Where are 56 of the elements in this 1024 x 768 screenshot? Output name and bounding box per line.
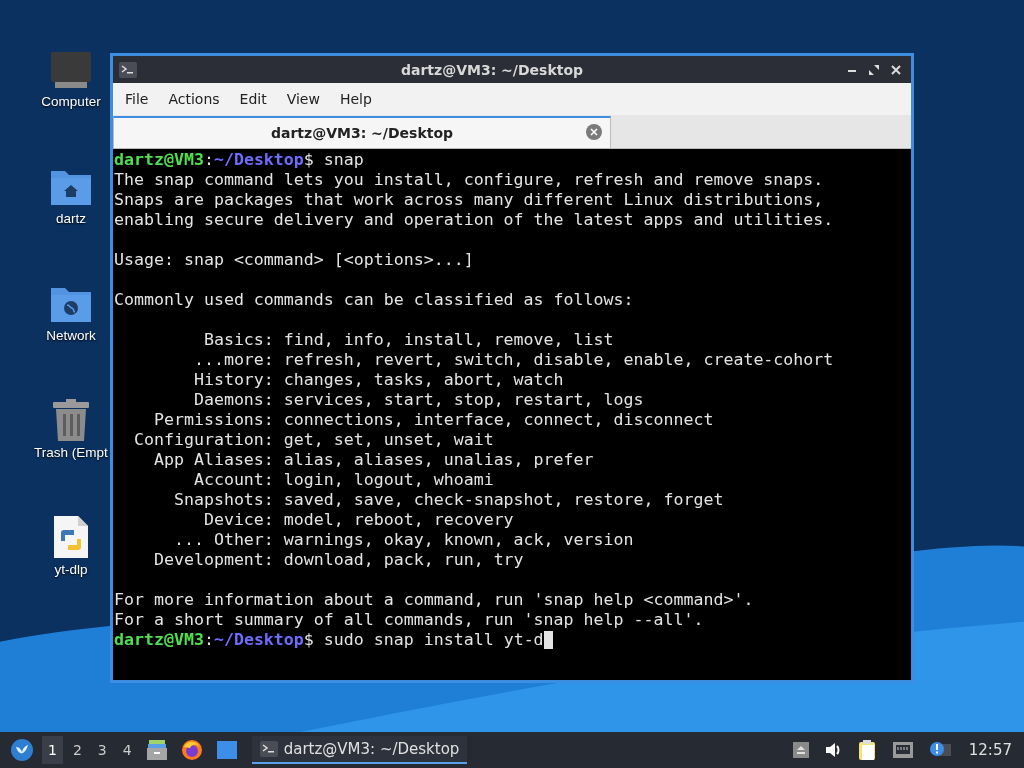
start-menu-icon[interactable] <box>11 739 33 761</box>
desktop-icon-label[interactable]: Network <box>46 328 96 343</box>
output-line: For a short summary of all commands, run 'snap help --all'. <box>114 610 705 630</box>
output-line: Account: login, logout, whoami <box>192 470 495 490</box>
close-icon[interactable] <box>891 64 901 75</box>
python-file-icon[interactable] <box>54 516 88 558</box>
output-line: Permissions: connections, interface, connect, disconnect <box>152 410 715 430</box>
output-line: Commonly used commands can be classified as follows: <box>114 290 635 310</box>
output-line: ...more: refresh, revert, switch, disable, enable, create-cohort <box>192 350 835 370</box>
prompt-line: dartz@VM3:~/Desktop$ sudo snap install yt-d <box>114 630 910 650</box>
menu-item[interactable]: Edit <box>229 91 277 107</box>
wired-network-icon[interactable] <box>892 742 913 758</box>
window-title: dartz@VM3: ~/Desktop <box>399 61 585 78</box>
output-line: Development: download, pack, run, try <box>152 550 525 570</box>
terminal-icon <box>259 741 278 757</box>
taskbar-window-button[interactable]: dartz@VM3: ~/Desktop <box>251 736 468 764</box>
home-folder-icon[interactable] <box>49 169 93 207</box>
globe-folder-icon[interactable] <box>49 286 93 324</box>
output-line: For more information about a command, run 'snap help <command>'. <box>114 590 755 610</box>
eject-icon[interactable] <box>792 742 809 758</box>
menu-item[interactable]: File <box>115 91 159 107</box>
output-line: Snapshots: saved, save, check-snapshot, restore, forget <box>172 490 725 510</box>
output-line: Basics: find, info, install, remove, list <box>202 330 615 350</box>
menu-item[interactable]: View <box>276 91 330 107</box>
menu-item[interactable]: Help <box>329 91 382 107</box>
workspace-button[interactable]: 2 <box>66 736 88 764</box>
output-line: Configuration: get, set, unset, wait <box>132 430 495 450</box>
workspace-button[interactable]: 3 <box>91 736 113 764</box>
clock[interactable]: 12:57 <box>968 741 1012 759</box>
output-line: ... Other: warnings, okay, known, ack, version <box>172 530 635 550</box>
desktop-icon-label[interactable]: yt-dlp <box>54 562 88 577</box>
menu-item[interactable]: Actions <box>158 91 230 107</box>
maximize-icon[interactable] <box>869 64 879 75</box>
notification-icon[interactable] <box>928 741 951 759</box>
file-cabinet-icon[interactable] <box>146 740 167 760</box>
terminal-icon <box>119 61 137 78</box>
show-desktop-icon[interactable] <box>216 741 237 759</box>
workspace-button[interactable]: 4 <box>116 736 138 764</box>
desktop-icon-label[interactable]: Trash (Empt <box>34 445 108 460</box>
output-line: Usage: snap <command> [<options>...] <box>114 250 475 270</box>
terminal-tab[interactable]: dartz@VM3: ~/Desktop <box>113 116 611 148</box>
prompt-line: dartz@VM3:~/Desktop$ snap <box>114 150 365 170</box>
output-line: Snaps are packages that work across many different Linux distributions, <box>114 190 825 210</box>
output-line: The snap command lets you install, configure, refresh and remove snaps. <box>114 170 825 190</box>
output-line: History: changes, tasks, abort, watch <box>192 370 565 390</box>
clipboard-icon[interactable] <box>858 740 877 760</box>
output-line: enabling secure delivery and operation of the latest apps and utilities. <box>114 210 835 230</box>
output-line: Daemons: services, start, stop, restart, logs <box>192 390 645 410</box>
desktop-icon-label[interactable]: dartz <box>56 211 86 226</box>
browser-icon[interactable] <box>180 739 203 761</box>
desktop-icon-label[interactable]: Computer <box>41 94 101 109</box>
monitor-icon[interactable] <box>49 52 93 90</box>
workspace-button[interactable]: 1 <box>42 736 63 764</box>
trash-icon[interactable] <box>52 399 90 441</box>
output-line: App Aliases: alias, aliases, unalias, prefer <box>152 450 595 470</box>
output-line: Device: model, reboot, recovery <box>202 510 515 530</box>
